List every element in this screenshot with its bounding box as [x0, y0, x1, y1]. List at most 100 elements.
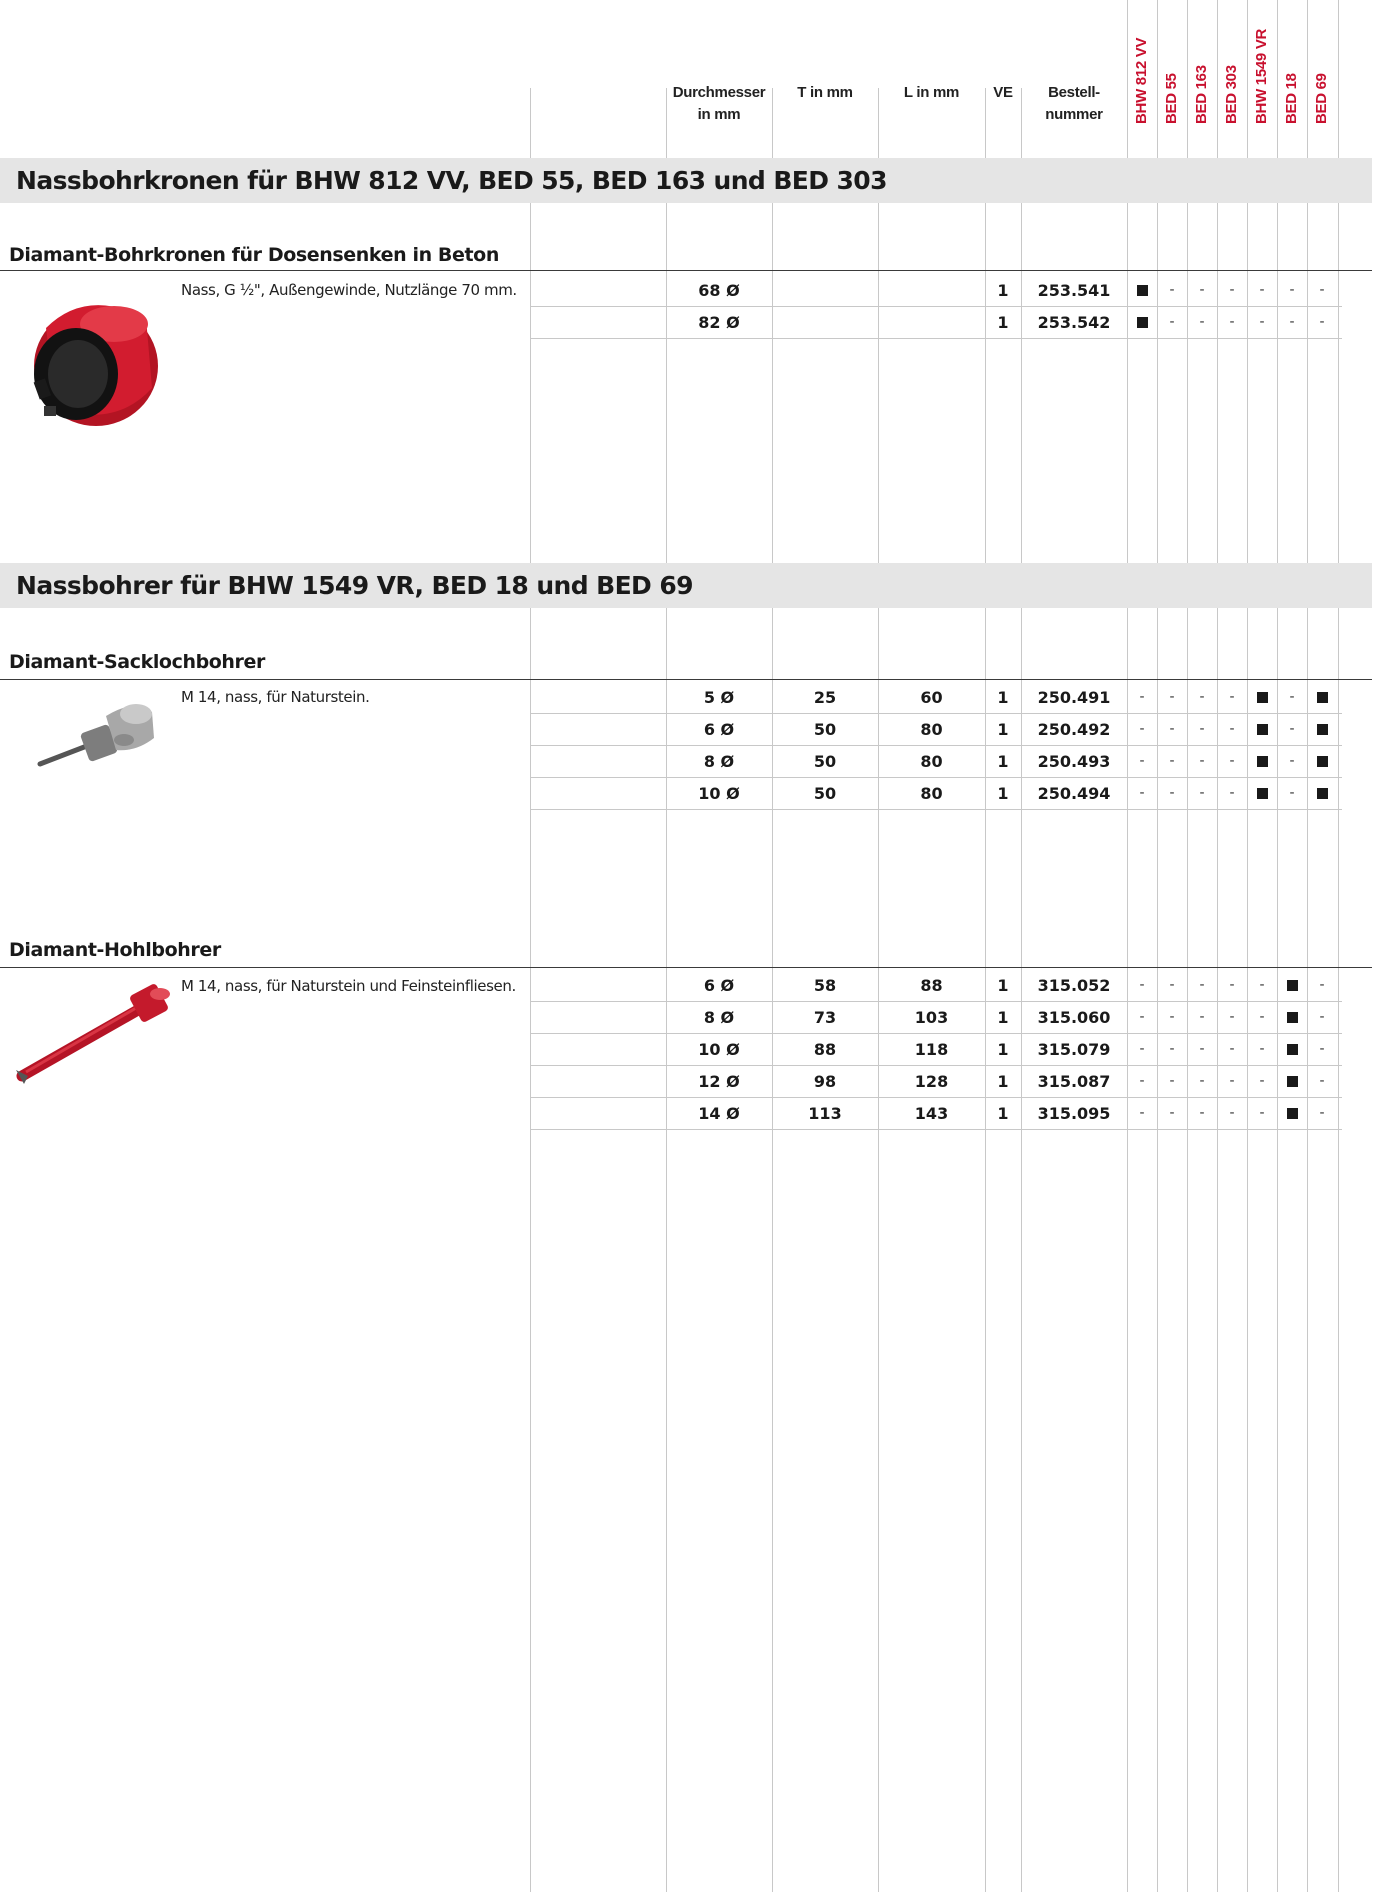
- section-band: Nassbohrer für BHW 1549 VR, BED 18 und B…: [0, 563, 1372, 608]
- cell-t: 50: [813, 784, 837, 803]
- not-compatible-dash: -: [1319, 977, 1325, 993]
- header-label: Durchmesser: [672, 84, 766, 101]
- compatible-marker-icon: [1277, 1002, 1307, 1033]
- cell-nr: 315.095: [1037, 1104, 1111, 1123]
- not-compatible-dash: -: [1169, 282, 1175, 298]
- compatible-marker-icon: [1307, 778, 1337, 809]
- compatible-marker-icon: [1277, 1034, 1307, 1065]
- not-compatible-dash: -: [1199, 753, 1205, 769]
- not-compatible-dash: -: [1259, 977, 1265, 993]
- not-compatible-dash: -: [1229, 1073, 1235, 1089]
- not-compatible-dash: -: [1319, 1073, 1325, 1089]
- section-title: Nassbohrer für BHW 1549 VR, BED 18 und B…: [16, 571, 694, 600]
- compatible-marker-icon: [1307, 714, 1337, 745]
- not-compatible-dash: -: [1319, 282, 1325, 298]
- table-row: 8 Ø 73 103 1 315.060 - - - - - -: [530, 1002, 1342, 1034]
- header-ve: VE: [993, 84, 1013, 101]
- not-compatible-dash: -: [1259, 314, 1265, 330]
- not-compatible-dash: -: [1199, 282, 1205, 298]
- compatible-marker-icon: [1307, 682, 1337, 713]
- cell-t: 25: [813, 688, 837, 707]
- not-compatible-dash: -: [1199, 977, 1205, 993]
- cell-ve: 1: [997, 281, 1009, 300]
- not-compatible-dash: -: [1169, 1105, 1175, 1121]
- cell-d: 10 Ø: [698, 1040, 740, 1059]
- table-row: 10 Ø 50 80 1 250.494 - - - - -: [530, 778, 1342, 810]
- header-bestellnummer: Bestell- nummer: [1021, 82, 1127, 126]
- group-title: Diamant-Sacklochbohrer: [9, 651, 265, 673]
- not-compatible-dash: -: [1199, 1073, 1205, 1089]
- not-compatible-dash: -: [1139, 1073, 1145, 1089]
- not-compatible-dash: -: [1199, 785, 1205, 801]
- blind-hole-drill-image: [37, 704, 154, 767]
- table-row: 10 Ø 88 118 1 315.079 - - - - - -: [530, 1034, 1342, 1066]
- not-compatible-dash: -: [1259, 1041, 1265, 1057]
- cell-ve: 1: [997, 720, 1009, 739]
- table-row: 6 Ø 50 80 1 250.492 - - - - -: [530, 714, 1342, 746]
- cell-ve: 1: [997, 1104, 1009, 1123]
- header-machine: BED 55: [1163, 73, 1180, 124]
- cell-ve: 1: [997, 752, 1009, 771]
- cell-nr: 250.492: [1037, 720, 1111, 739]
- cell-nr: 253.541: [1037, 281, 1111, 300]
- not-compatible-dash: -: [1229, 282, 1235, 298]
- cell-t: 58: [813, 976, 837, 995]
- table-row: 14 Ø 113 143 1 315.095 - - - - - -: [530, 1098, 1342, 1130]
- cell-t: 113: [808, 1104, 842, 1123]
- cell-d: 68 Ø: [698, 281, 740, 300]
- product-table: 6 Ø 58 88 1 315.052 - - - - - - 8 Ø 73 103 1 315.060 - - -…: [530, 970, 1342, 1130]
- not-compatible-dash: -: [1139, 785, 1145, 801]
- not-compatible-dash: -: [1229, 785, 1235, 801]
- not-compatible-dash: -: [1139, 1041, 1145, 1057]
- header-label: nummer: [1045, 106, 1103, 123]
- cell-t: 73: [813, 1008, 837, 1027]
- header-machine: BHW 812 VV: [1133, 37, 1150, 124]
- table-row: 82 Ø 1 253.542 - - - - - -: [530, 307, 1342, 339]
- compatible-marker-icon: [1127, 307, 1157, 338]
- not-compatible-dash: -: [1289, 721, 1295, 737]
- not-compatible-dash: -: [1169, 977, 1175, 993]
- cell-d: 10 Ø: [698, 784, 740, 803]
- cell-l: 88: [920, 976, 943, 995]
- group-description: M 14, nass, für Naturstein und Feinstein…: [181, 977, 516, 995]
- cell-l: [878, 275, 985, 306]
- not-compatible-dash: -: [1229, 721, 1235, 737]
- cell-l: 80: [920, 752, 943, 771]
- cell-d: 12 Ø: [698, 1072, 740, 1091]
- not-compatible-dash: -: [1319, 1009, 1325, 1025]
- not-compatible-dash: -: [1199, 1009, 1205, 1025]
- group-rule: [0, 679, 1372, 680]
- compatible-marker-icon: [1247, 778, 1277, 809]
- not-compatible-dash: -: [1139, 721, 1145, 737]
- cell-nr: 250.493: [1037, 752, 1111, 771]
- header-machine: BHW 1549 VR: [1253, 28, 1270, 124]
- compatible-marker-icon: [1127, 275, 1157, 306]
- not-compatible-dash: -: [1199, 721, 1205, 737]
- group-title: Diamant-Bohrkronen für Dosensenken in Be…: [9, 244, 499, 266]
- not-compatible-dash: -: [1319, 1041, 1325, 1057]
- group-rule: [0, 270, 1372, 271]
- cell-nr: 315.087: [1037, 1072, 1111, 1091]
- compatible-marker-icon: [1277, 970, 1307, 1001]
- cell-t: 50: [813, 752, 837, 771]
- cell-nr: 315.060: [1037, 1008, 1111, 1027]
- cell-t: 88: [813, 1040, 837, 1059]
- header-machine: BED 303: [1223, 65, 1240, 124]
- cell-t: [772, 275, 878, 306]
- header-t: T in mm: [797, 84, 853, 101]
- cell-ve: 1: [997, 976, 1009, 995]
- not-compatible-dash: -: [1289, 314, 1295, 330]
- product-table: 5 Ø 25 60 1 250.491 - - - - - 6 Ø 50 80 1 250.492 - - - - -…: [530, 682, 1342, 810]
- header-machine: BED 163: [1193, 65, 1210, 124]
- header-l: L in mm: [903, 84, 960, 101]
- not-compatible-dash: -: [1199, 1041, 1205, 1057]
- cell-ve: 1: [997, 784, 1009, 803]
- compatible-marker-icon: [1307, 746, 1337, 777]
- cell-l: 143: [914, 1104, 949, 1123]
- not-compatible-dash: -: [1139, 1105, 1145, 1121]
- not-compatible-dash: -: [1259, 1009, 1265, 1025]
- cell-l: [878, 307, 985, 338]
- not-compatible-dash: -: [1259, 1105, 1265, 1121]
- cell-d: 6 Ø: [703, 720, 735, 739]
- not-compatible-dash: -: [1199, 1105, 1205, 1121]
